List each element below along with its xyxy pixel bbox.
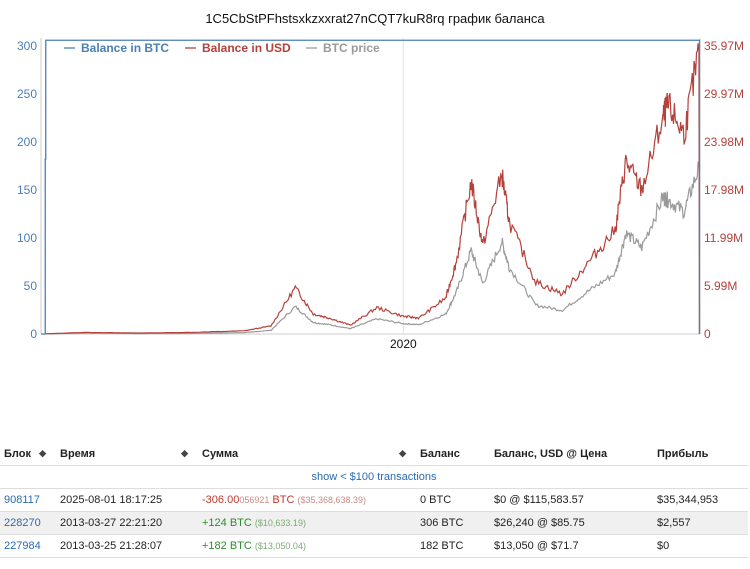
amount-unit: BTC	[229, 517, 252, 529]
y-right-tick-label: 5.99M	[704, 279, 737, 293]
show-small-transactions-link[interactable]: show < $100 transactions	[311, 471, 436, 483]
block-link[interactable]: 908117	[4, 494, 40, 506]
sort-icon[interactable]: ◆	[181, 448, 188, 459]
table-row: 228270 2013-03-27 22:21:20 +124 BTC ($10…	[0, 511, 748, 535]
header-balance-usd: Баланс, USD @ Цена	[490, 443, 653, 466]
y-right-tick-label: 23.98M	[704, 135, 744, 149]
balance-chart[interactable]: 0 50 100 150 200 250 300 0 5.99M 11.99M 17.98M 23.9…	[0, 30, 750, 360]
block-link[interactable]: 227984	[4, 540, 41, 552]
y-right-tick-label: 29.97M	[704, 87, 744, 101]
header-balance-usd-label: Баланс, USD @ Цена	[494, 448, 608, 460]
sort-icon[interactable]: ◆	[399, 448, 406, 459]
balance-cell: 182 BTC	[416, 534, 490, 558]
sort-icon[interactable]: ◆	[39, 448, 46, 459]
amount-cell: -306.00056921 BTC ($35,368,638.39)	[198, 488, 416, 512]
y-left-tick-label: 50	[24, 279, 38, 293]
y-left-tick-label: 200	[17, 135, 37, 149]
header-time[interactable]: Время ◆	[56, 443, 198, 466]
header-balance: Баланс	[416, 443, 490, 466]
series-line-balance-btc	[41, 39, 701, 335]
y-left-tick-label: 150	[17, 183, 37, 197]
table-row: 227984 2013-03-25 21:28:07 +182 BTC ($13…	[0, 534, 748, 558]
filter-cell: show < $100 transactions	[0, 465, 748, 489]
balance-usd-cell: $13,050 @ $71.7	[490, 534, 653, 558]
header-profit-label: Прибыль	[657, 448, 709, 460]
y-right-tick-label: 17.98M	[704, 183, 744, 197]
amount-unit: BTC	[229, 540, 252, 552]
table-header-row: Блок ◆ Время ◆ Сумма ◆ Баланс Баланс, USD @…	[0, 443, 748, 466]
balance-cell: 306 BTC	[416, 511, 490, 535]
amount-cell: +124 BTC ($10,633.19)	[198, 511, 416, 535]
balance-usd-cell: $0 @ $115,583.57	[490, 488, 653, 512]
balance-cell: 0 BTC	[416, 488, 490, 512]
time-cell: 2013-03-27 22:21:20	[56, 511, 198, 535]
transactions-table-wrap: Блок ◆ Время ◆ Сумма ◆ Баланс Баланс, USD @…	[0, 443, 750, 558]
amount-usd: ($10,633.19)	[254, 518, 306, 528]
transactions-table: Блок ◆ Время ◆ Сумма ◆ Баланс Баланс, USD @…	[0, 443, 748, 558]
y-left-tick-label: 250	[17, 87, 37, 101]
y-right-tick-label: 11.99M	[704, 231, 743, 245]
legend-entry: Balance in USD	[202, 41, 291, 55]
amount-main: +124	[202, 517, 227, 529]
y-left-tick-label: 300	[17, 39, 37, 53]
series-line-balance-usd	[45, 43, 700, 335]
block-cell: 228270	[0, 511, 56, 535]
header-balance-label: Баланс	[420, 448, 460, 460]
legend-entry: Balance in BTC	[81, 41, 169, 55]
profit-cell: $0	[653, 534, 748, 558]
profit-cell: $2,557	[653, 511, 748, 535]
header-amount-label: Сумма	[202, 448, 239, 460]
header-profit: Прибыль	[653, 443, 748, 466]
time-cell: 2025-08-01 18:17:25	[56, 488, 198, 512]
time-cell: 2013-03-25 21:28:07	[56, 534, 198, 558]
filter-row: show < $100 transactions	[0, 465, 748, 489]
amount-usd: ($35,368,638.39)	[297, 495, 367, 505]
block-link[interactable]: 228270	[4, 517, 41, 529]
balance-usd-cell: $26,240 @ $85.75	[490, 511, 653, 535]
y-left-tick-label: 0	[30, 327, 37, 341]
chart-title: 1C5CbStPFhstsxkzxxrat27nCQT7kuR8rq графи…	[205, 11, 545, 26]
legend-entry: BTC price	[323, 41, 380, 55]
table-row: 908117 2025-08-01 18:17:25 -306.00056921…	[0, 488, 748, 512]
profit-cell: $35,344,953	[653, 488, 748, 512]
y-left-tick-label: 100	[17, 231, 37, 245]
amount-unit: BTC	[272, 494, 295, 506]
block-cell: 908117	[0, 488, 56, 512]
header-block-label: Блок	[4, 448, 31, 460]
header-amount[interactable]: Сумма ◆	[198, 443, 416, 466]
amount-usd: ($13,050.04)	[254, 541, 306, 551]
amount-main: +182	[202, 540, 227, 552]
y-right-tick-label: 0	[704, 327, 711, 341]
amount-tail: 056921	[239, 495, 270, 505]
header-block[interactable]: Блок ◆	[0, 443, 56, 466]
block-cell: 227984	[0, 534, 56, 558]
header-time-label: Время	[60, 448, 96, 460]
amount-cell: +182 BTC ($13,050.04)	[198, 534, 416, 558]
y-right-tick-label: 35.97M	[704, 39, 744, 53]
x-tick-label: 2020	[390, 337, 417, 351]
amount-main: -306.00	[202, 494, 240, 506]
